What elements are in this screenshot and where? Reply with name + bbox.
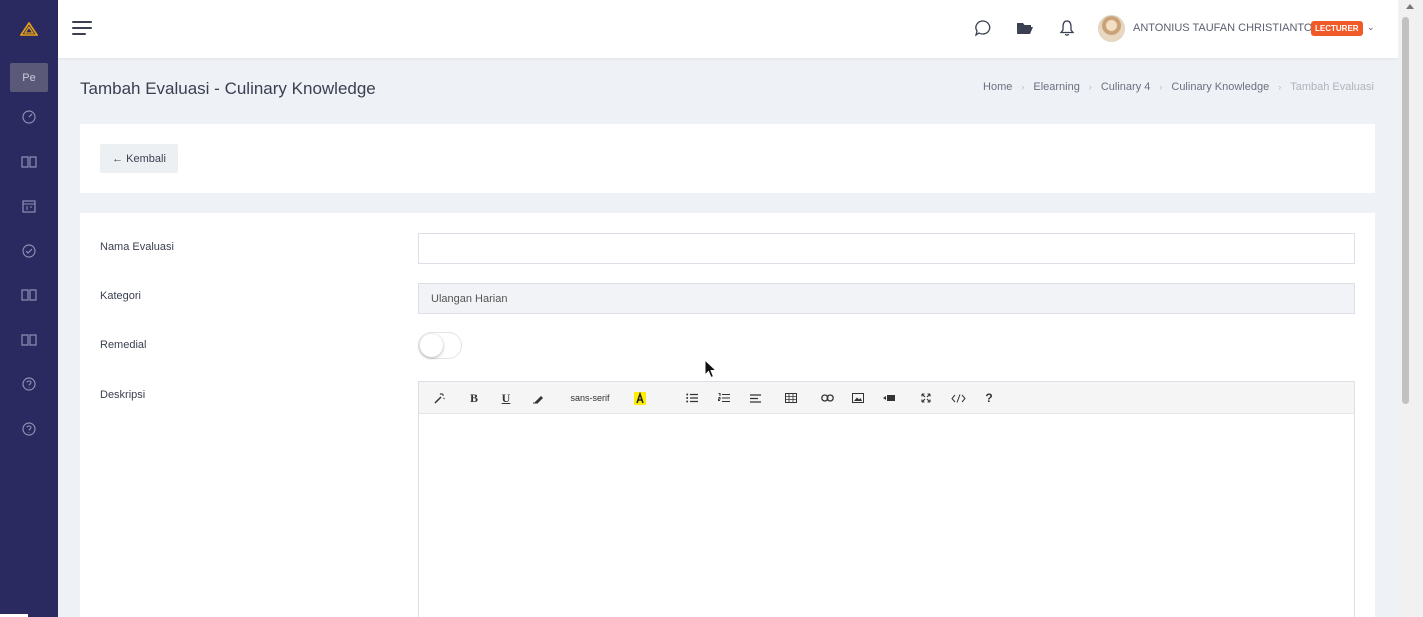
dashboard-icon (22, 110, 36, 124)
remedial-toggle[interactable] (418, 332, 462, 359)
help-icon[interactable]: ? (983, 388, 995, 408)
kategori-label: Kategori (100, 290, 141, 302)
breadcrumb-separator-icon: › (1278, 82, 1282, 92)
menu-toggle-icon[interactable] (72, 19, 94, 39)
book-icon (21, 334, 37, 346)
bold-icon[interactable]: B (467, 388, 481, 408)
underline-icon[interactable]: U (499, 388, 513, 408)
image-icon[interactable] (851, 388, 865, 408)
sidebar: Pe (0, 0, 58, 617)
description-editor: B U sans-serif ? (418, 381, 1355, 617)
sidebar-collapsed-label[interactable]: Pe (10, 63, 48, 92)
back-card: ← Kembali (80, 124, 1375, 193)
breadcrumb-elearning[interactable]: Elearning (1033, 81, 1079, 93)
breadcrumb-home[interactable]: Home (983, 81, 1012, 93)
back-button[interactable]: ← Kembali (100, 144, 178, 173)
sidebar-item-check[interactable] (0, 236, 58, 266)
code-view-icon[interactable] (949, 388, 967, 408)
avatar[interactable] (1098, 15, 1125, 42)
breadcrumb: Home › Elearning › Culinary 4 › Culinary… (983, 81, 1374, 93)
breadcrumb-course[interactable]: Culinary 4 (1101, 81, 1151, 93)
check-circle-icon (22, 244, 36, 258)
bell-icon[interactable] (1057, 18, 1077, 38)
deskripsi-label: Deskripsi (100, 389, 146, 401)
font-family-select[interactable]: sans-serif (565, 388, 615, 408)
scrollbar-thumb[interactable] (1402, 17, 1409, 404)
eraser-icon[interactable] (530, 388, 544, 408)
calendar-icon (22, 200, 36, 213)
link-icon[interactable] (820, 388, 834, 408)
sidebar-item-book-1[interactable] (0, 147, 58, 177)
book-icon (21, 156, 37, 168)
magic-wand-icon[interactable] (431, 388, 447, 408)
align-icon[interactable] (748, 388, 762, 408)
kategori-field[interactable] (418, 283, 1355, 314)
video-icon[interactable] (882, 388, 896, 408)
remedial-label: Remedial (100, 339, 147, 351)
sidebar-item-help-1[interactable] (0, 369, 58, 399)
role-badge: LECTURER (1311, 21, 1363, 36)
evaluation-form: Nama Evaluasi Kategori Remedial Deskrips… (80, 213, 1375, 617)
chevron-down-icon[interactable]: ⌄ (1367, 22, 1375, 33)
nama-evaluasi-input[interactable] (418, 233, 1355, 264)
help-icon (22, 422, 36, 436)
chat-icon[interactable] (973, 18, 993, 38)
logo-icon[interactable] (0, 0, 58, 58)
page-title: Tambah Evaluasi - Culinary Knowledge (80, 79, 376, 98)
sidebar-item-help-2[interactable] (0, 414, 58, 444)
text-color-icon[interactable] (633, 388, 647, 408)
breadcrumb-separator-icon: › (1021, 82, 1025, 92)
top-bar: ANTONIUS TAUFAN CHRISTIANTO LECTURER ⌄ (58, 0, 1398, 58)
sidebar-item-calendar[interactable] (0, 191, 58, 221)
table-icon[interactable] (784, 388, 798, 408)
folder-icon[interactable] (1015, 18, 1035, 38)
editor-content-area[interactable] (419, 414, 1354, 617)
mouse-cursor-icon (704, 358, 718, 384)
breadcrumb-current: Tambah Evaluasi (1290, 81, 1374, 93)
scroll-up-icon[interactable] (1406, 4, 1414, 9)
unordered-list-icon[interactable] (685, 388, 699, 408)
nama-evaluasi-label: Nama Evaluasi (100, 241, 174, 253)
user-name[interactable]: ANTONIUS TAUFAN CHRISTIANTO (1133, 22, 1313, 34)
breadcrumb-separator-icon: › (1088, 82, 1092, 92)
breadcrumb-separator-icon: › (1159, 82, 1163, 92)
sidebar-item-book-2[interactable] (0, 280, 58, 310)
scrollbar[interactable] (1398, 0, 1423, 617)
book-icon (21, 289, 37, 301)
editor-toolbar: B U sans-serif ? (419, 382, 1354, 414)
fullscreen-icon[interactable] (919, 388, 933, 408)
sidebar-item-book-3[interactable] (0, 325, 58, 355)
help-icon (22, 377, 36, 391)
breadcrumb-topic[interactable]: Culinary Knowledge (1171, 81, 1269, 93)
toggle-knob (420, 334, 443, 357)
ordered-list-icon[interactable] (717, 388, 731, 408)
sidebar-item-dashboard[interactable] (0, 102, 58, 132)
